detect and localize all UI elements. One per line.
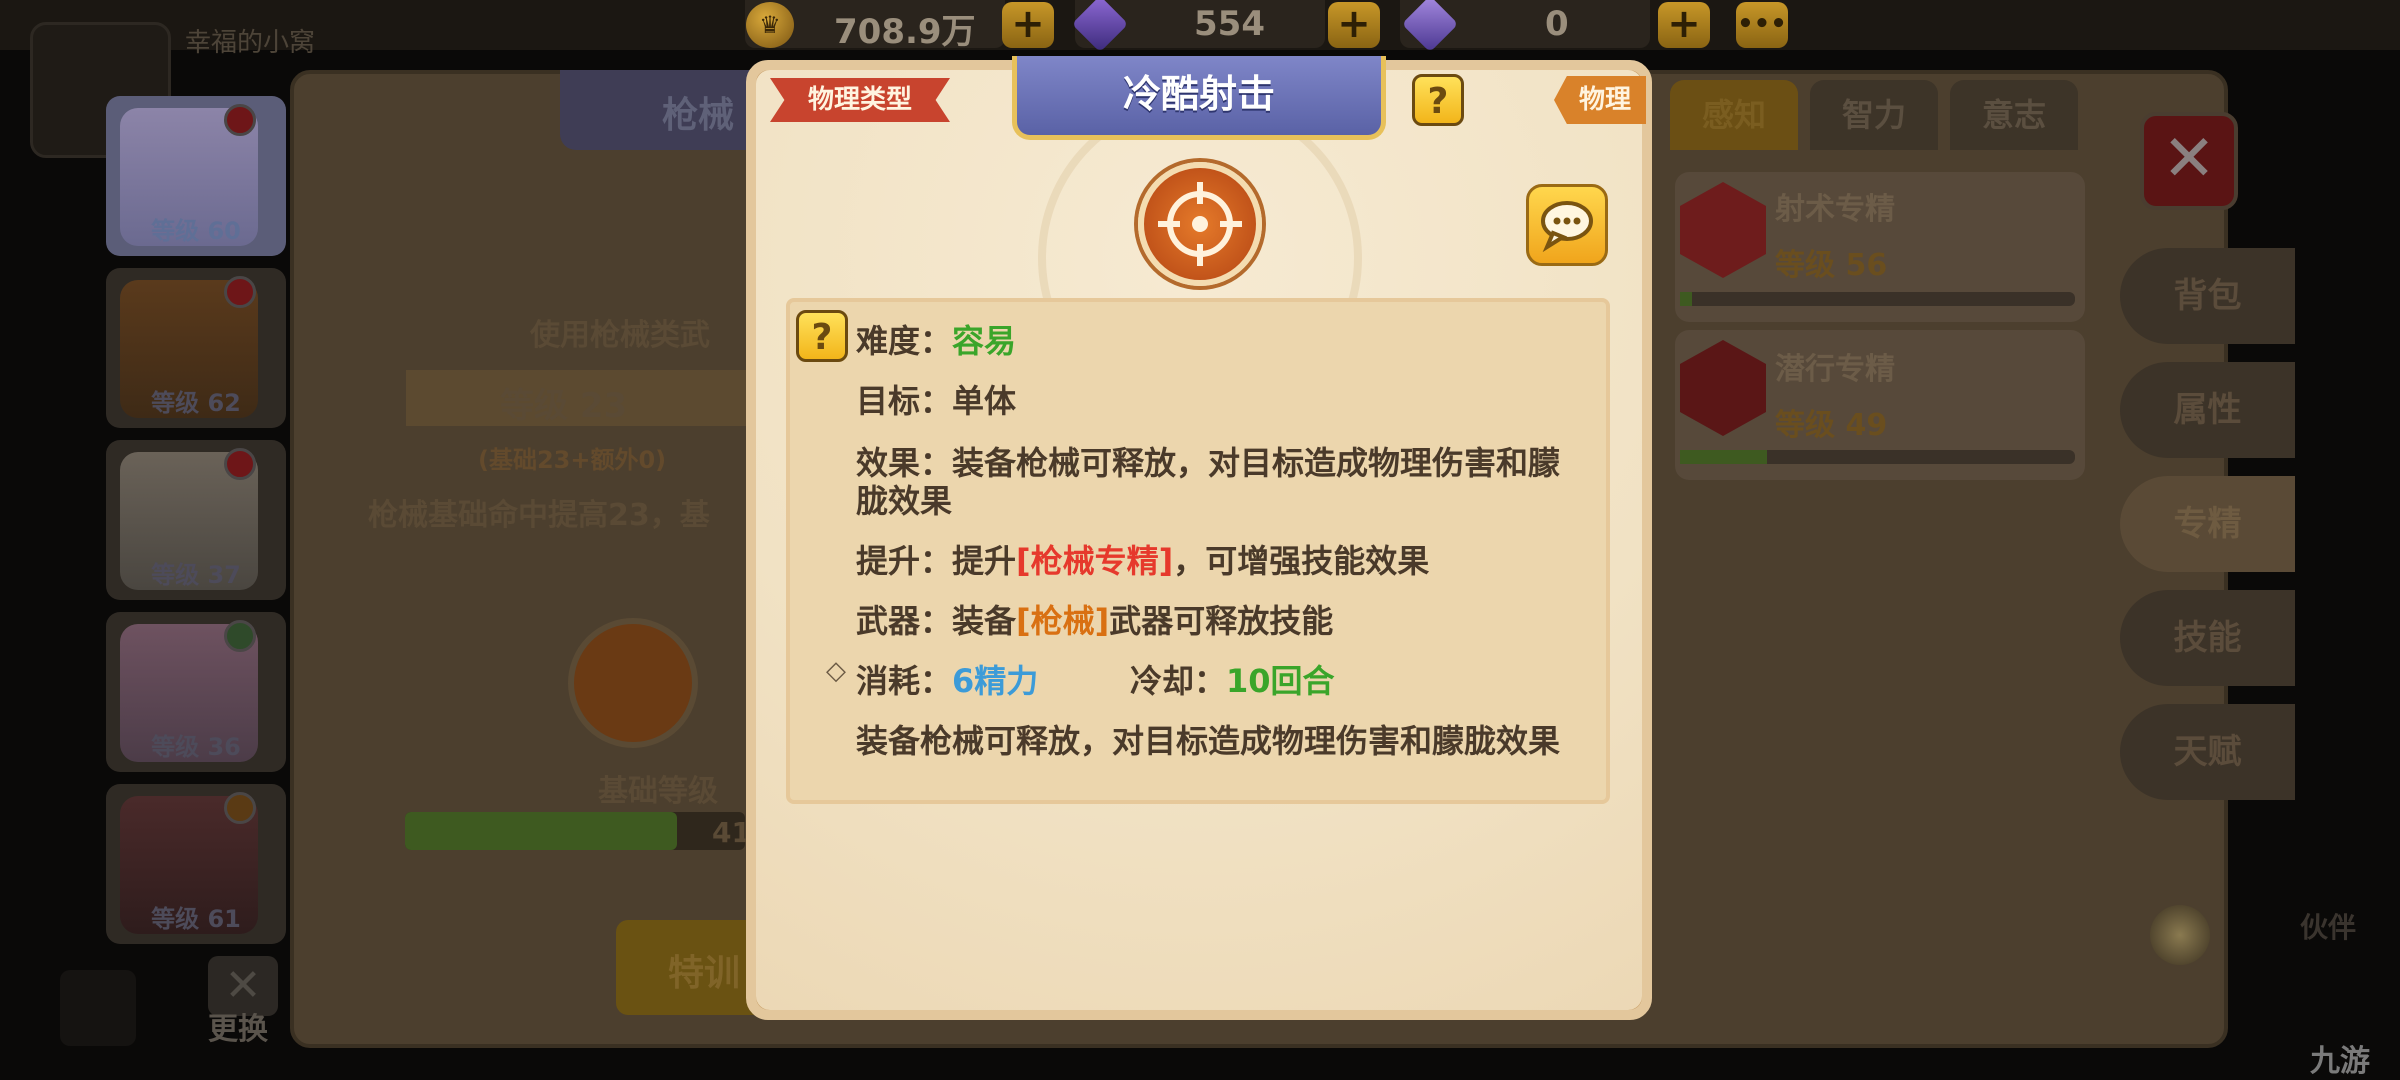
hero-card-4[interactable]: 等级 36 <box>106 612 286 772</box>
add-gold-button[interactable]: + <box>1002 2 1054 48</box>
gold-coin-icon: ♛ <box>746 2 794 48</box>
hero-level: 等级 62 <box>151 389 241 417</box>
diamond-marker-icon: ◇ <box>826 656 846 686</box>
spec-level-shooting: 等级 56 <box>1775 248 1888 283</box>
bg-level-text: 等级 23 <box>500 386 628 426</box>
side-menu-skills[interactable]: 技能 <box>2120 590 2295 686</box>
target-label: 目标： <box>856 382 953 420</box>
cooldown-value: 10回合 <box>1226 662 1335 700</box>
partner-orb-icon[interactable] <box>2150 905 2210 965</box>
spec-level-stealth: 等级 49 <box>1775 408 1888 443</box>
cooldown-label: 冷却： <box>1130 662 1227 700</box>
skill-summary: 装备枪械可释放，对目标造成物理伤害和朦胧效果 <box>856 722 1561 760</box>
weapon-badge-icon <box>224 792 256 824</box>
gun-specialization-link[interactable]: [枪械专精] <box>1016 542 1173 580</box>
watermark-logo: 九游 <box>2310 1036 2370 1080</box>
difficulty-label: 难度： <box>856 322 953 360</box>
side-menu-talents[interactable]: 天赋 <box>2120 704 2295 800</box>
skill-category-ribbon: 物理 <box>1554 76 1646 124</box>
hero-level: 等级 60 <box>151 217 241 245</box>
spec-progress-stealth <box>1680 450 2075 464</box>
spec-name-shooting: 射术专精 <box>1775 192 1895 227</box>
cooldown-row: 冷却：10回合 <box>1130 656 1335 702</box>
star-badge-icon <box>224 620 256 652</box>
target-value: 单体 <box>952 382 1017 420</box>
upgrade-prefix: 提升 <box>952 542 1017 580</box>
skill-type-ribbon: 物理类型 <box>770 78 950 122</box>
weapon-prefix: 装备 <box>952 602 1017 640</box>
more-menu-button[interactable]: ••• <box>1736 2 1788 48</box>
swap-label: 更换 <box>208 1012 268 1047</box>
hero-card-5[interactable]: 等级 61 <box>106 784 286 944</box>
hero-card-3[interactable]: 等级 37 <box>106 440 286 600</box>
add-gem-button[interactable]: + <box>1328 2 1380 48</box>
skill-title: 冷酷射击 <box>1012 56 1386 140</box>
crosshair-skill-icon <box>1138 162 1262 286</box>
spec-name-stealth: 潜行专精 <box>1775 352 1895 387</box>
room-title: 幸福的小窝 <box>185 28 316 58</box>
horn-icon[interactable] <box>60 970 136 1046</box>
upgrade-label: 提升： <box>856 542 953 580</box>
side-menu-specialization[interactable]: 专精 <box>2120 476 2295 572</box>
side-menu-bag[interactable]: 背包 <box>2120 248 2295 344</box>
weapon-label: 武器： <box>856 602 953 640</box>
add-crystal-button[interactable]: + <box>1658 2 1710 48</box>
upgrade-row: 提升：提升[枪械专精]，可增强技能效果 <box>856 536 1429 582</box>
bg-train-label: 特训 <box>668 953 741 994</box>
weapon-row: 武器：装备[枪械]武器可释放技能 <box>856 596 1333 642</box>
cost-value: 6精力 <box>952 662 1039 700</box>
hero-card-1[interactable]: 等级 60 <box>106 96 286 256</box>
effect-line1: 装备枪械可释放，对目标造成物理伤害和朦 <box>952 444 1561 482</box>
bg-level-sub: (基础23+额外0) <box>478 446 667 474</box>
chat-bubble-icon[interactable] <box>1526 184 1608 266</box>
spec-progress-shooting <box>1680 292 2075 306</box>
upgrade-suffix: ，可增强技能效果 <box>1173 542 1430 580</box>
weapon-suffix: 武器可释放技能 <box>1109 602 1334 640</box>
title-help-button[interactable]: ? <box>1412 74 1464 126</box>
effect-row-cont: 胧效果 <box>856 482 953 520</box>
cost-row: 消耗：6精力 <box>856 656 1038 702</box>
tab-intelligence[interactable]: 智力 <box>1810 80 1938 150</box>
side-menu-attributes[interactable]: 属性 <box>2120 362 2295 458</box>
bg-panel-title: 枪械 <box>662 95 735 136</box>
notification-dot-icon <box>224 276 256 308</box>
target-row: 目标：单体 <box>856 376 1016 422</box>
hero-level: 等级 61 <box>151 905 241 933</box>
gun-weapon-link[interactable]: [枪械] <box>1016 602 1109 640</box>
info-help-button[interactable]: ? <box>796 310 848 362</box>
difficulty-value: 容易 <box>952 322 1017 360</box>
bg-base-level: 基础等级 <box>598 774 718 809</box>
gold-amount: 708.9万 <box>834 12 976 52</box>
hero-level: 等级 36 <box>151 733 241 761</box>
notification-dot-icon <box>224 104 256 136</box>
watermark-text: 九游 <box>2310 1044 2370 1079</box>
close-button[interactable]: ✕ <box>2140 112 2238 210</box>
gem-amount: 554 <box>1194 4 1265 44</box>
notification-dot-icon <box>224 448 256 480</box>
bg-skill-emblem <box>568 618 698 748</box>
hero-card-2[interactable]: 等级 62 <box>106 268 286 428</box>
tab-will[interactable]: 意志 <box>1950 80 2078 150</box>
tab-perception[interactable]: 感知 <box>1670 80 1798 150</box>
bg-use-text: 使用枪械类武 <box>530 318 710 353</box>
hero-level: 等级 37 <box>151 561 241 589</box>
cost-label: 消耗： <box>856 662 953 700</box>
right-partner-label: 伙伴 <box>2300 911 2357 944</box>
effect-row: 效果：装备枪械可释放，对目标造成物理伤害和朦 <box>856 438 1560 484</box>
bg-desc: 枪械基础命中提高23，基 <box>368 498 710 533</box>
crystal-amount: 0 <box>1545 4 1569 44</box>
difficulty-row: 难度：容易 <box>856 316 1016 362</box>
bg-progress-bar <box>405 812 745 850</box>
